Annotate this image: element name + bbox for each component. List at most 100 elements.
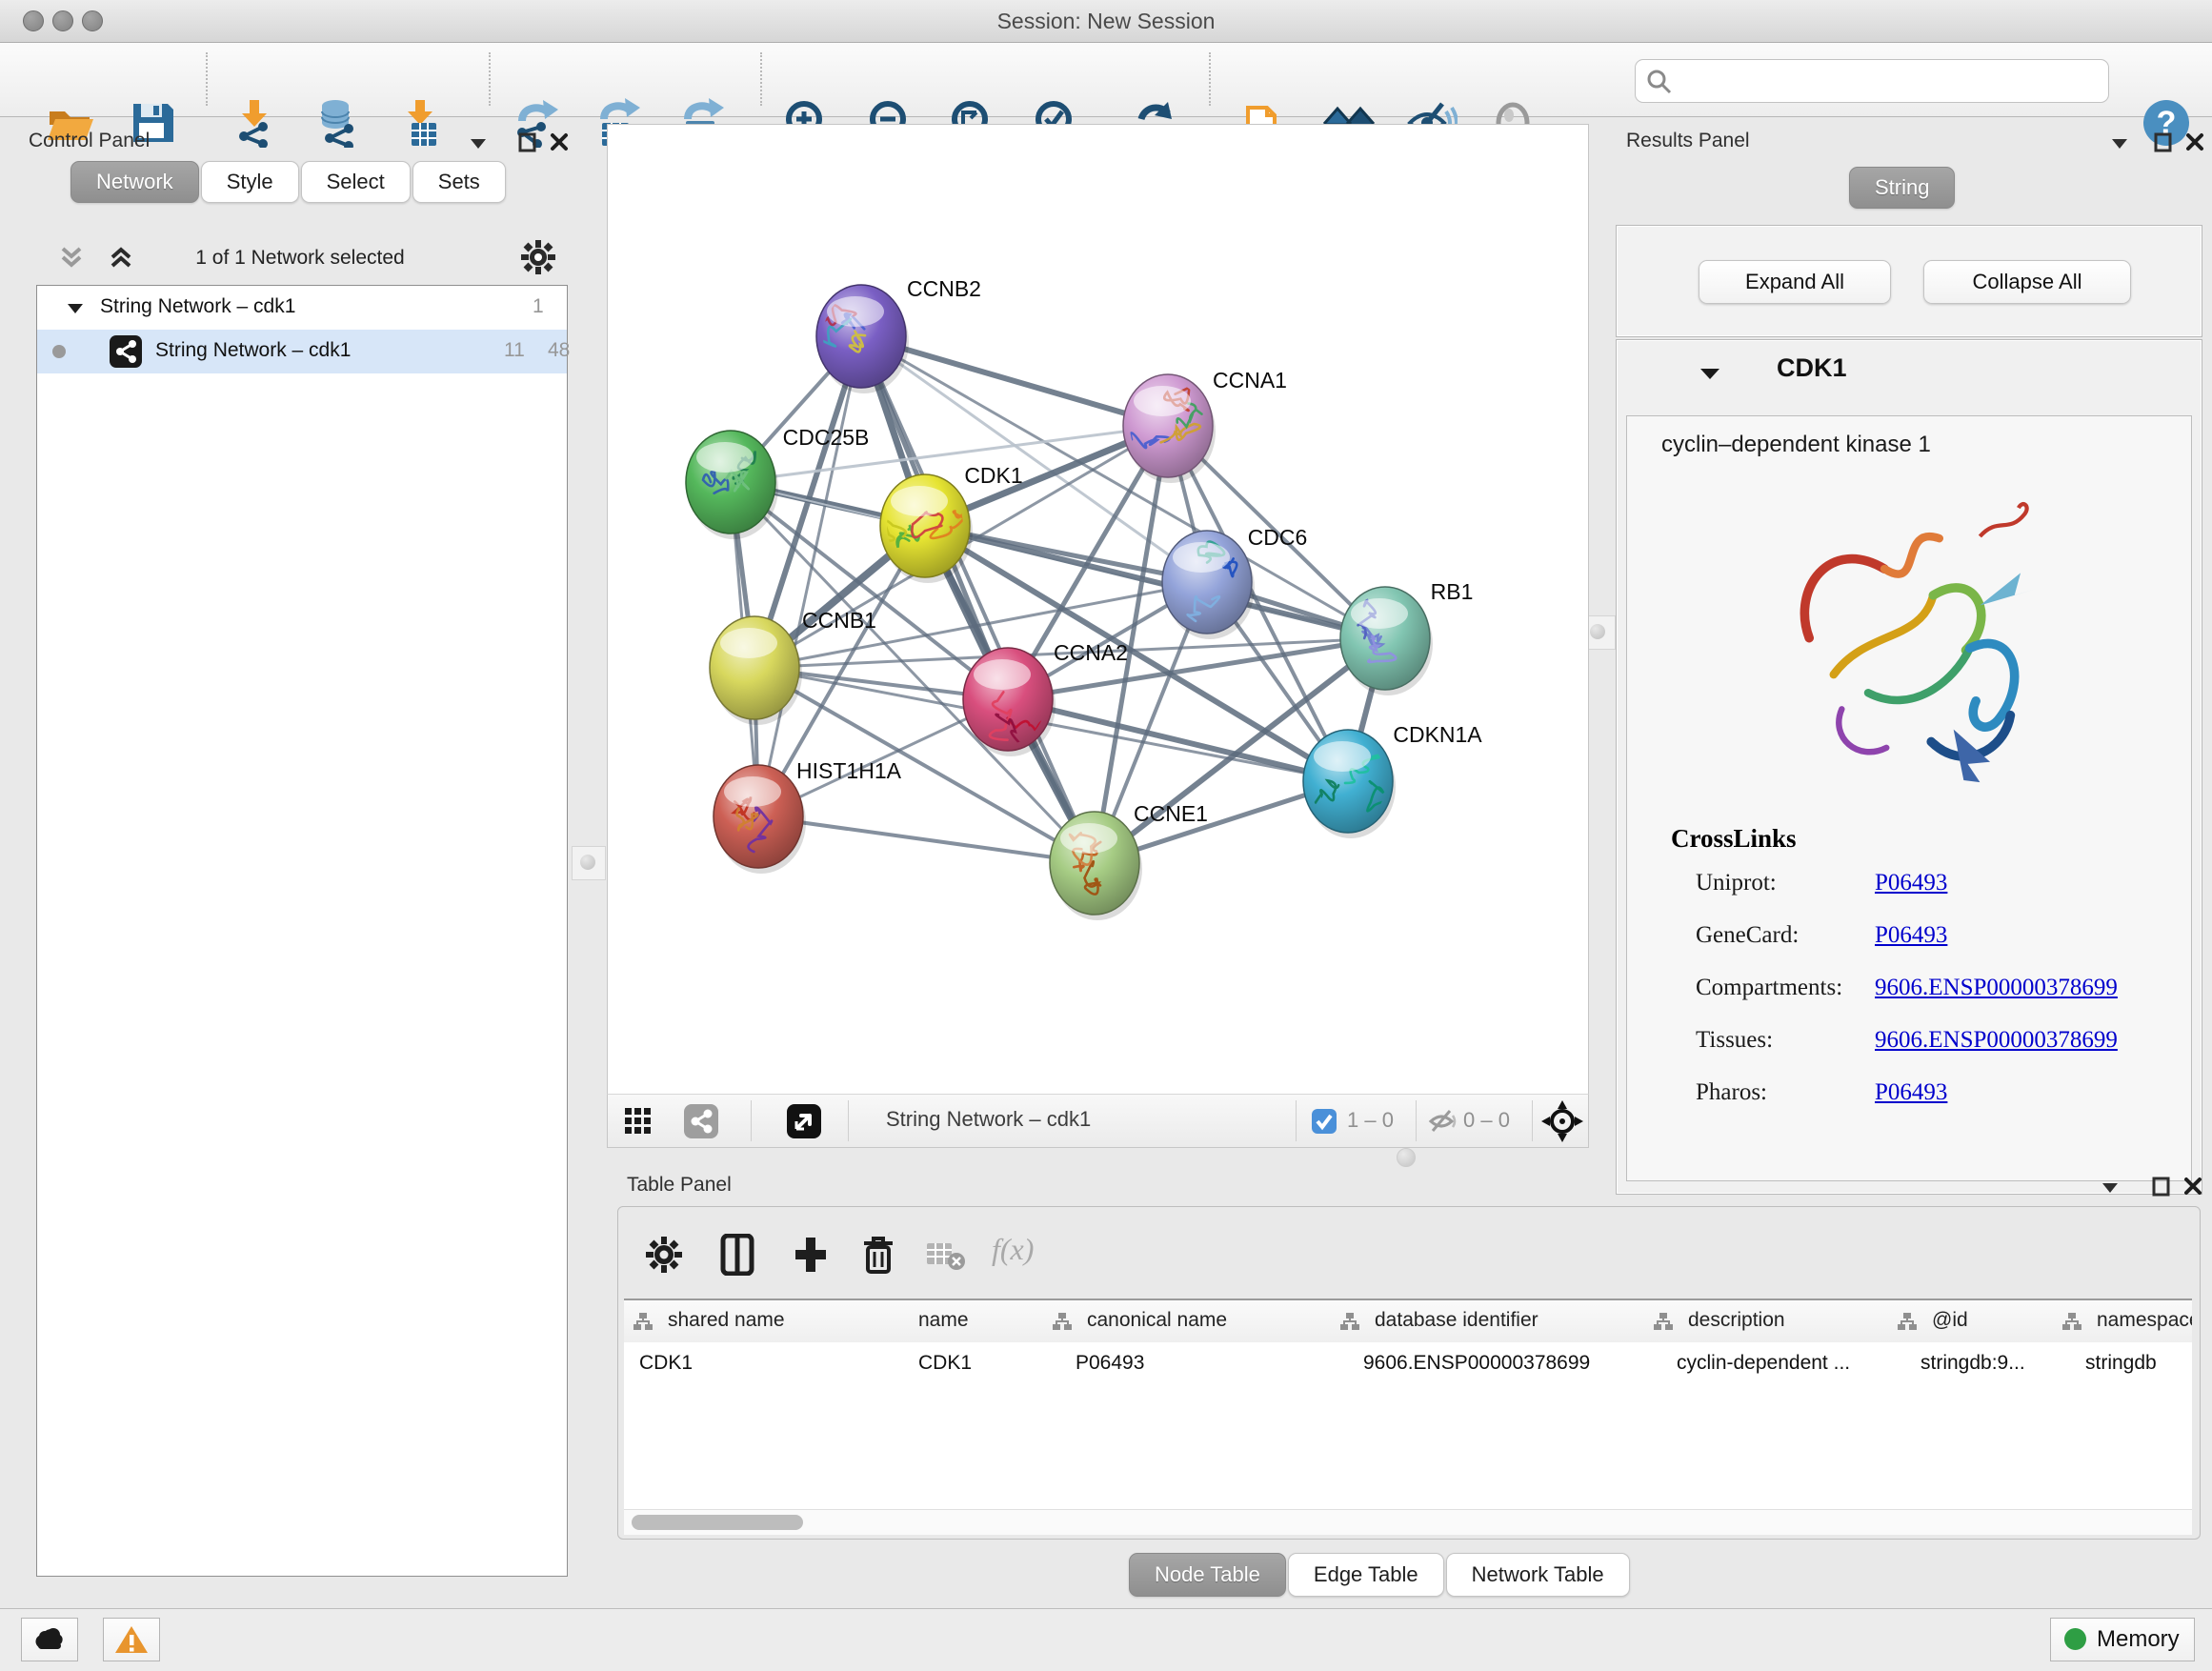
- network-collection-count: 1: [533, 295, 544, 318]
- column-header-database-identifier[interactable]: database identifier: [1331, 1300, 1645, 1342]
- grid-view-icon[interactable]: [625, 1108, 652, 1139]
- tab-edge-table[interactable]: Edge Table: [1288, 1553, 1444, 1597]
- results-panel-float-icon[interactable]: [2152, 131, 2175, 159]
- network-edge-CCNB2-HIST1H1A[interactable]: [758, 336, 861, 816]
- network-node-RB1[interactable]: [1340, 587, 1433, 695]
- column-header--id[interactable]: @id: [1888, 1300, 2054, 1342]
- table-cell[interactable]: P06493: [1043, 1344, 1331, 1382]
- table-horizontal-scrollbar[interactable]: [624, 1509, 2192, 1535]
- table-cell[interactable]: stringdb: [2053, 1344, 2192, 1382]
- crosslink-link[interactable]: 9606.ENSP00000378699: [1875, 1027, 2118, 1054]
- results-panel-menu-icon[interactable]: [2108, 133, 2131, 157]
- selected-checkbox-icon[interactable]: [1311, 1108, 1337, 1139]
- node-label-CCNB1: CCNB1: [802, 608, 876, 633]
- column-header-shared-name[interactable]: shared name: [624, 1300, 887, 1342]
- tab-style[interactable]: Style: [201, 161, 299, 203]
- tab-sets[interactable]: Sets: [412, 161, 506, 203]
- network-canvas[interactable]: CCNB2CCNA1CDC25BCDK1CDC6RB1CCNB1CCNA2CDK…: [607, 124, 1589, 1096]
- table-cell[interactable]: CDK1: [886, 1344, 1043, 1382]
- control-panel-menu-icon[interactable]: [467, 133, 490, 157]
- network-collection-row[interactable]: String Network – cdk1 1: [37, 286, 567, 330]
- function-builder-icon[interactable]: f(x): [992, 1232, 1034, 1267]
- network-edge-HIST1H1A-CCNE1[interactable]: [758, 816, 1095, 863]
- network-collection-label: String Network – cdk1: [100, 295, 295, 318]
- crosslink-link[interactable]: P06493: [1875, 870, 1947, 896]
- network-node-HIST1H1A[interactable]: [714, 765, 806, 874]
- control-panel-close-icon[interactable]: [549, 131, 570, 157]
- birdseye-view-icon[interactable]: [787, 1104, 821, 1143]
- table-cell[interactable]: CDK1: [624, 1344, 886, 1382]
- left-splitter-handle[interactable]: [572, 846, 606, 880]
- collapse-all-networks-icon[interactable]: [57, 243, 86, 276]
- scrollbar-thumb[interactable]: [632, 1515, 803, 1530]
- expand-all-networks-icon[interactable]: [107, 243, 135, 276]
- crosslink-link[interactable]: 9606.ENSP00000378699: [1875, 975, 2118, 1001]
- memory-button[interactable]: Memory: [2050, 1618, 2195, 1661]
- results-panel-close-icon[interactable]: [2184, 131, 2205, 157]
- network-row[interactable]: String Network – cdk1 11 48: [37, 330, 567, 373]
- network-edge-CCNB2-CCNE1[interactable]: [861, 336, 1095, 863]
- delete-table-icon[interactable]: [925, 1239, 967, 1277]
- warnings-button[interactable]: [103, 1618, 160, 1661]
- tree-expand-icon[interactable]: [66, 301, 85, 321]
- separator: [1296, 1100, 1297, 1141]
- table-panel-float-icon[interactable]: [2150, 1176, 2173, 1203]
- entry-collapse-icon[interactable]: [1699, 365, 1721, 387]
- crosslink-row: Pharos:P06493: [1696, 1079, 2172, 1132]
- search-field[interactable]: [1635, 59, 2109, 103]
- create-column-icon[interactable]: [792, 1234, 830, 1280]
- network-graph[interactable]: CCNB2CCNA1CDC25BCDK1CDC6RB1CCNB1CCNA2CDK…: [608, 125, 1588, 1095]
- network-node-CDKN1A[interactable]: [1303, 730, 1396, 838]
- table-settings-gear-icon[interactable]: [645, 1236, 683, 1278]
- crosslinks-list: Uniprot:P06493GeneCard:P06493Compartment…: [1696, 870, 2172, 1132]
- status-bar: Memory: [0, 1608, 2212, 1671]
- crosslink-link[interactable]: P06493: [1875, 1079, 1947, 1106]
- expand-all-button[interactable]: Expand All: [1699, 260, 1891, 304]
- table-panel-close-icon[interactable]: [2182, 1176, 2203, 1201]
- column-header-namespace[interactable]: namespace: [2053, 1300, 2192, 1342]
- network-node-CCNE1[interactable]: [1050, 812, 1142, 920]
- tab-string[interactable]: String: [1849, 167, 1955, 209]
- tab-network-table[interactable]: Network Table: [1446, 1553, 1630, 1597]
- table-panel: Table Panel f(x) shared namenamecanonica…: [607, 1164, 2212, 1608]
- table-panel-menu-icon[interactable]: [2099, 1178, 2122, 1201]
- column-header-description[interactable]: description: [1644, 1300, 1889, 1342]
- table-panel-tabs: Node TableEdge TableNetwork Table: [1129, 1553, 1632, 1597]
- network-list: String Network – cdk1 1 String Network –…: [36, 285, 568, 1577]
- network-node-CDK1[interactable]: [873, 474, 973, 583]
- node-label-RB1: RB1: [1431, 579, 1474, 604]
- toolbar-separator: [760, 52, 762, 106]
- tab-node-table[interactable]: Node Table: [1129, 1553, 1286, 1597]
- control-panel-float-icon[interactable]: [516, 131, 539, 159]
- crosslink-label: Tissues:: [1696, 1027, 1773, 1054]
- node-table[interactable]: shared namenamecanonical namedatabase id…: [624, 1299, 2192, 1511]
- results-entry-box: CDK1 cyclin–dependent kinase 1: [1616, 339, 2202, 1195]
- string-view-icon[interactable]: [684, 1104, 718, 1143]
- network-edges: [731, 336, 1385, 863]
- table-cell[interactable]: cyclin-dependent ...: [1644, 1344, 1888, 1382]
- network-node-CCNB2[interactable]: [805, 285, 909, 393]
- search-input[interactable]: [1678, 62, 2101, 100]
- delete-column-icon[interactable]: [860, 1234, 896, 1280]
- main-toolbar: ?: [0, 43, 2212, 117]
- hidden-eye-icon: [1427, 1108, 1458, 1139]
- tab-select[interactable]: Select: [301, 161, 411, 203]
- crosslink-link[interactable]: P06493: [1875, 922, 1947, 949]
- network-node-CCNB1[interactable]: [710, 616, 802, 725]
- network-node-CCNA1[interactable]: [1123, 374, 1216, 483]
- table-cell[interactable]: 9606.ENSP00000378699: [1331, 1344, 1644, 1382]
- tab-network[interactable]: Network: [70, 161, 199, 203]
- fit-content-crosshair-icon[interactable]: [1541, 1100, 1583, 1147]
- collapse-all-button[interactable]: Collapse All: [1923, 260, 2131, 304]
- show-columns-icon[interactable]: [719, 1234, 757, 1280]
- network-node-CDC6[interactable]: [1162, 531, 1255, 639]
- cloud-button[interactable]: [21, 1618, 78, 1661]
- memory-label: Memory: [2097, 1626, 2180, 1653]
- window-title: Session: New Session: [0, 9, 2212, 34]
- column-header-name[interactable]: name: [886, 1300, 1044, 1342]
- node-label-CDKN1A: CDKN1A: [1393, 722, 1482, 747]
- results-panel: Results Panel String Expand All Collapse…: [1609, 121, 2212, 1198]
- table-cell[interactable]: stringdb:9...: [1888, 1344, 2053, 1382]
- network-options-gear-icon[interactable]: [520, 239, 556, 280]
- column-header-canonical-name[interactable]: canonical name: [1043, 1300, 1332, 1342]
